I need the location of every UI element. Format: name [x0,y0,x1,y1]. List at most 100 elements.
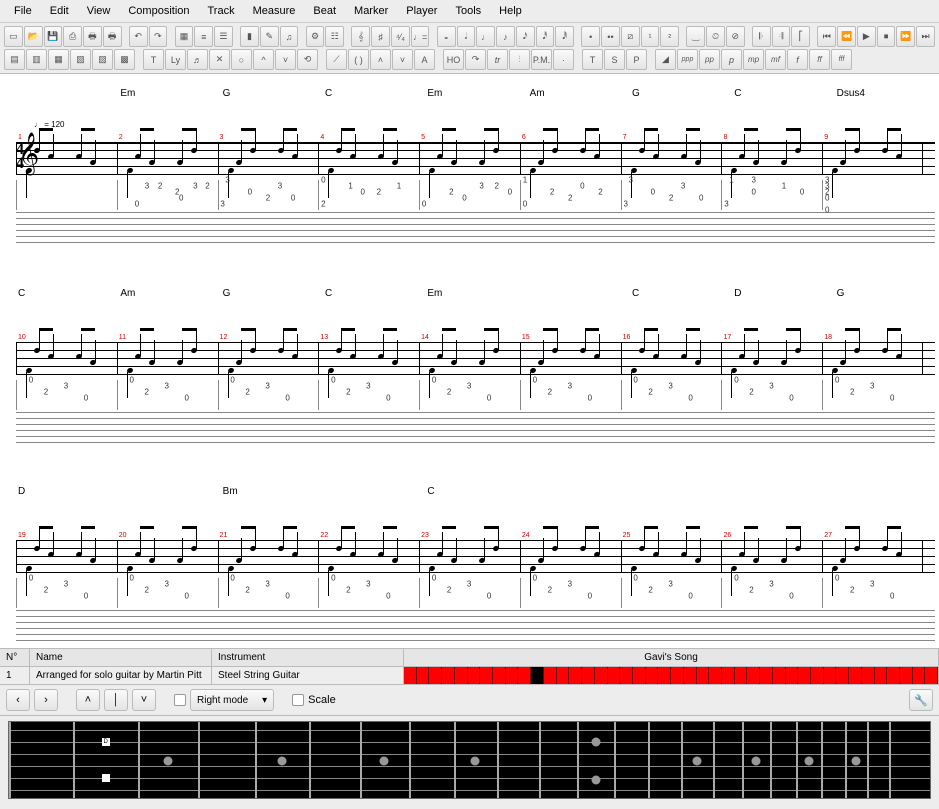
beat-cell[interactable] [925,667,938,684]
beat-cell[interactable] [824,667,837,684]
track-num[interactable]: 1 [0,667,29,684]
tremolo-icon[interactable]: ⫶ [509,49,530,70]
voice-icon[interactable]: ♫ [280,26,299,47]
dyn1-icon[interactable]: ⟋ [326,49,347,70]
properties-icon[interactable]: ⚙ [306,26,325,47]
browser-icon[interactable]: ☷ [325,26,344,47]
edit-icon[interactable]: ✎ [260,26,279,47]
menu-player[interactable]: Player [398,2,445,20]
bend-icon[interactable]: ↷ [465,49,486,70]
menu-tools[interactable]: Tools [447,2,489,20]
pp-icon[interactable]: pp [699,49,720,70]
p-icon[interactable]: p [721,49,742,70]
slap-icon[interactable]: S [604,49,625,70]
beat-cell[interactable] [900,667,913,684]
view-linear-icon[interactable]: ≡ [194,26,213,47]
paren-icon[interactable]: ( ) [348,49,369,70]
beat-cell[interactable] [849,667,862,684]
thirtysecond-note-icon[interactable]: 𝅘𝅥𝅰 [536,26,555,47]
ghost-icon[interactable]: ○ [231,49,252,70]
beat-cell[interactable] [735,667,748,684]
beat-cell[interactable] [887,667,900,684]
col-num-header[interactable]: N° [0,649,29,667]
track-name[interactable]: Arranged for solo guitar by Martin Pitt [30,667,211,684]
sixteenth-note-icon[interactable]: 𝅘𝅥𝅯 [516,26,535,47]
view-page-icon[interactable]: ▦ [175,26,194,47]
metronome-icon[interactable]: ⏲ [706,26,725,47]
beat-cell[interactable] [480,667,493,684]
tap-icon[interactable]: T [582,49,603,70]
beat-cell[interactable] [709,667,722,684]
beat-cell[interactable] [684,667,697,684]
let-ring-icon[interactable]: ⟲ [297,49,318,70]
printpreview-icon[interactable]: 🖶 [103,26,122,47]
beat-timeline[interactable] [404,667,938,684]
octave-sep-button[interactable]: │ [104,689,128,711]
menu-track[interactable]: Track [200,2,243,20]
alt-ending-icon[interactable]: ⎡ [791,26,810,47]
menu-help[interactable]: Help [491,2,530,20]
beat-cell[interactable] [760,667,773,684]
beat-cell[interactable] [798,667,811,684]
beat-cell[interactable] [417,667,430,684]
menu-measure[interactable]: Measure [245,2,304,20]
track-inst[interactable]: Steel String Guitar [212,667,403,684]
tempo-icon[interactable]: ♩= [411,26,430,47]
harm-icon[interactable]: HO [443,49,464,70]
tie-icon[interactable]: ‿ [686,26,705,47]
pop-icon[interactable]: P [626,49,647,70]
next-icon[interactable]: ⏩ [896,26,915,47]
chord4-icon[interactable]: ▧ [70,49,91,70]
beat-cell[interactable] [913,667,926,684]
beat-cell[interactable] [862,667,875,684]
beat-cell[interactable] [557,667,570,684]
view-multi-icon[interactable]: ☰ [214,26,233,47]
grace-icon[interactable]: ♬ [187,49,208,70]
repeat-open-icon[interactable]: 𝄆 [752,26,771,47]
mp-icon[interactable]: mp [743,49,764,70]
lyrics-icon[interactable]: Ly [165,49,186,70]
voice2-icon[interactable]: ² [660,26,679,47]
col-inst-header[interactable]: Instrument [212,649,403,667]
stacc-icon[interactable]: · [553,49,574,70]
f-icon[interactable]: f [787,49,808,70]
chord2-icon[interactable]: ▥ [26,49,47,70]
accent-icon[interactable]: ^ [253,49,274,70]
ppp-icon[interactable]: ppp [677,49,698,70]
beat-cell[interactable] [875,667,888,684]
beat-cell[interactable] [429,667,442,684]
print-icon[interactable]: 🖶 [83,26,102,47]
beat-cell[interactable] [658,667,671,684]
fretboard[interactable]: D [8,721,931,799]
fff-icon[interactable]: fff [831,49,852,70]
palm-icon[interactable]: P.M. [531,49,552,70]
keysig-icon[interactable]: ♯ [371,26,390,47]
beat-cell[interactable] [493,667,506,684]
beat-cell[interactable] [531,667,544,684]
first-icon[interactable]: ⏮ [817,26,836,47]
beat-cell[interactable] [468,667,481,684]
text-icon[interactable]: T [143,49,164,70]
saveas-icon[interactable]: ⎙ [63,26,82,47]
beat-cell[interactable] [442,667,455,684]
beat-cell[interactable] [544,667,557,684]
menu-beat[interactable]: Beat [305,2,344,20]
dead-icon[interactable]: ✕ [209,49,230,70]
beat-cell[interactable] [671,667,684,684]
beat-cell[interactable] [404,667,417,684]
clef-icon[interactable]: 𝄞 [351,26,370,47]
scroll-right-button[interactable]: › [34,689,58,711]
beat-cell[interactable] [697,667,710,684]
doubledotted-icon[interactable]: •• [601,26,620,47]
down-icon[interactable]: ˅ [392,49,413,70]
up-icon[interactable]: ˄ [370,49,391,70]
beat-cell[interactable] [722,667,735,684]
menu-edit[interactable]: Edit [42,2,77,20]
eighth-note-icon[interactable]: ♪ [496,26,515,47]
score-area[interactable]: Em G C Em Am G C Dsus4 ♩ = 120 𝄞 44 1234… [0,74,939,648]
voice1-icon[interactable]: ¹ [641,26,660,47]
beat-cell[interactable] [836,667,849,684]
redo-icon[interactable]: ↷ [149,26,168,47]
scroll-left-button[interactable]: ‹ [6,689,30,711]
beat-cell[interactable] [518,667,531,684]
